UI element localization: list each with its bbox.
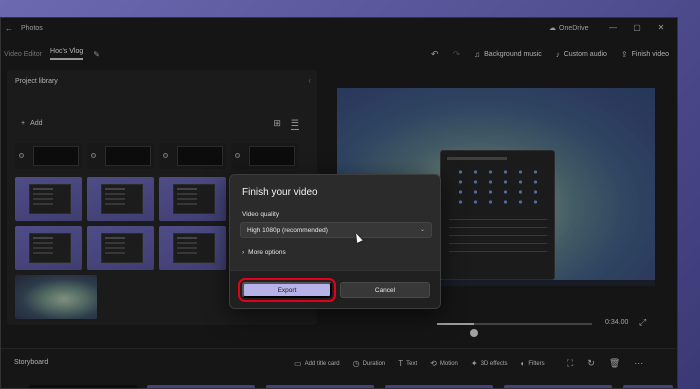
video-quality-select[interactable]: High 1080p (recommended) ⌄ <box>240 222 432 238</box>
finish-video-dialog: Finish your video Video quality High 108… <box>229 174 441 309</box>
export-button[interactable]: Export <box>238 278 336 302</box>
chevron-right-icon: › <box>242 249 245 256</box>
dialog-footer: Export Cancel <box>230 270 440 308</box>
video-quality-value: High 1080p (recommended) <box>247 226 328 234</box>
chevron-down-icon: ⌄ <box>419 227 425 233</box>
more-options-label: More options <box>248 249 286 256</box>
more-options-toggle[interactable]: › More options <box>242 249 286 256</box>
cancel-button[interactable]: Cancel <box>340 282 430 298</box>
video-quality-label: Video quality <box>242 211 280 218</box>
dialog-title: Finish your video <box>242 187 318 198</box>
